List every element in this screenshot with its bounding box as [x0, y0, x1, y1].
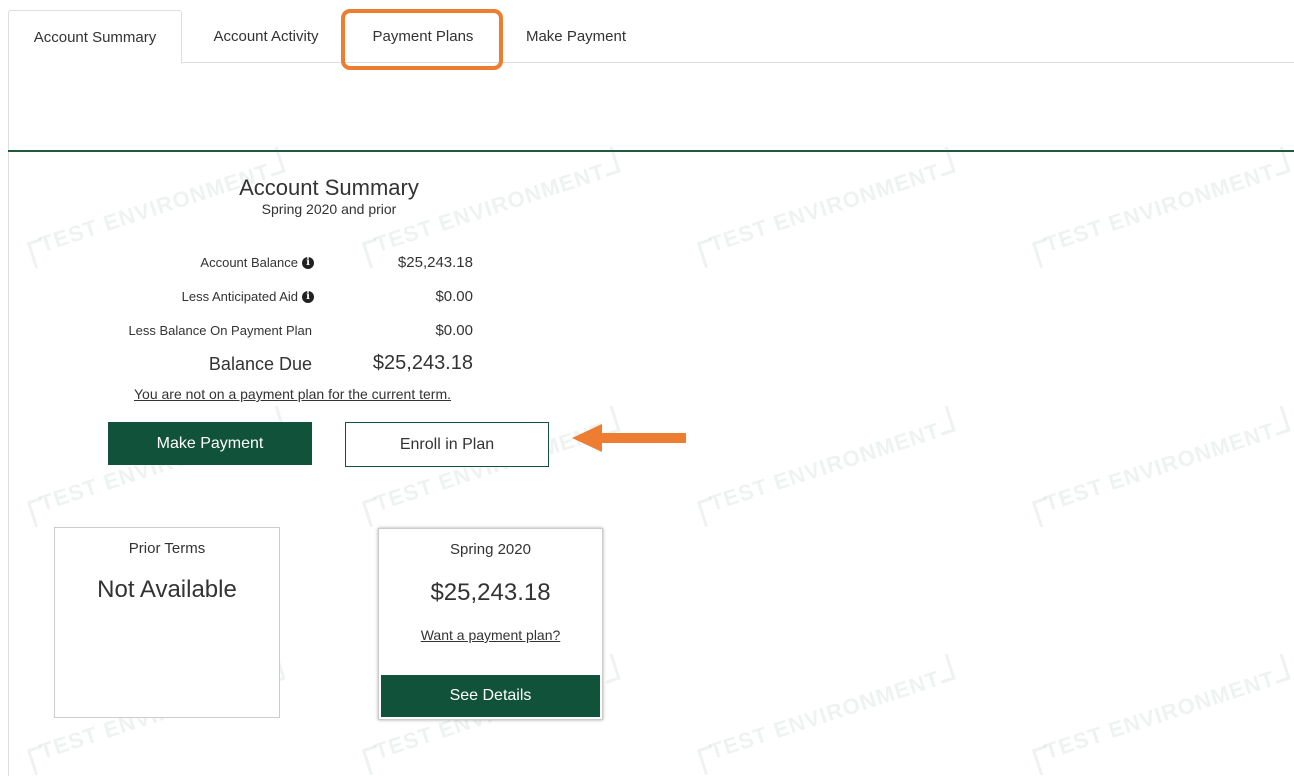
payment-plan-status-link[interactable]: You are not on a payment plan for the cu…	[134, 386, 451, 402]
prior-terms-heading: Prior Terms	[128, 540, 206, 557]
info-circle-icon[interactable]: i	[302, 256, 314, 269]
balance-due-label: Balance Due	[209, 354, 312, 375]
watermark: TEST ENVIRONMENT	[690, 652, 965, 776]
prior-terms-card: Prior Terms Not Available	[54, 527, 280, 718]
want-payment-plan-link[interactable]: Want a payment plan?	[379, 627, 602, 643]
tab-account-summary[interactable]: Account Summary	[8, 10, 182, 64]
tab-account-activity[interactable]: Account Activity	[190, 10, 342, 63]
watermark: TEST ENVIRONMENT	[1025, 404, 1294, 544]
anticipated-aid-value: $0.00	[435, 288, 473, 305]
content-left-border	[8, 62, 9, 776]
tab-make-payment[interactable]: Make Payment	[506, 10, 646, 63]
info-circle-icon[interactable]: i	[302, 290, 314, 303]
see-details-button[interactable]: See Details	[381, 675, 600, 717]
payment-plan-balance-value: $0.00	[435, 322, 473, 339]
summary-subtitle: Spring 2020 and prior	[261, 201, 397, 217]
arrow-left-icon	[572, 424, 686, 452]
page: TEST ENVIRONMENT TEST ENVIRONMENT TEST E…	[0, 0, 1294, 776]
anticipated-aid-label: Less Anticipated Aid i	[182, 289, 314, 304]
spring-2020-card: Spring 2020 $25,243.18 Want a payment pl…	[378, 528, 603, 720]
summary-title: Account Summary	[239, 175, 419, 200]
spring-2020-heading: Spring 2020	[450, 541, 531, 558]
watermark: TEST ENVIRONMENT	[1025, 652, 1294, 776]
balance-due-value: $25,243.18	[372, 352, 473, 374]
watermark: TEST ENVIRONMENT	[690, 145, 965, 285]
balance-due-label-text: Balance Due	[208, 354, 312, 374]
spring-2020-amount: $25,243.18	[430, 579, 551, 606]
prior-terms-value: Not Available	[97, 576, 237, 603]
account-balance-label-text: Account Balance	[200, 255, 298, 270]
tab-bar: Account Summary Account Activity Payment…	[0, 0, 1294, 70]
account-balance-label: Account Balance i	[200, 255, 314, 270]
watermark: TEST ENVIRONMENT	[1025, 145, 1294, 285]
payment-plan-balance-label-text: Less Balance On Payment Plan	[128, 323, 312, 338]
section-divider	[8, 150, 1294, 152]
enroll-in-plan-button[interactable]: Enroll in Plan	[345, 422, 549, 467]
tab-payment-plans[interactable]: Payment Plans	[342, 10, 504, 63]
payment-plan-balance-label: Less Balance On Payment Plan	[128, 323, 312, 338]
account-balance-value: $25,243.18	[397, 254, 473, 271]
watermark: TEST ENVIRONMENT	[690, 404, 965, 544]
make-payment-button[interactable]: Make Payment	[108, 422, 312, 465]
anticipated-aid-label-text: Less Anticipated Aid	[181, 289, 298, 304]
